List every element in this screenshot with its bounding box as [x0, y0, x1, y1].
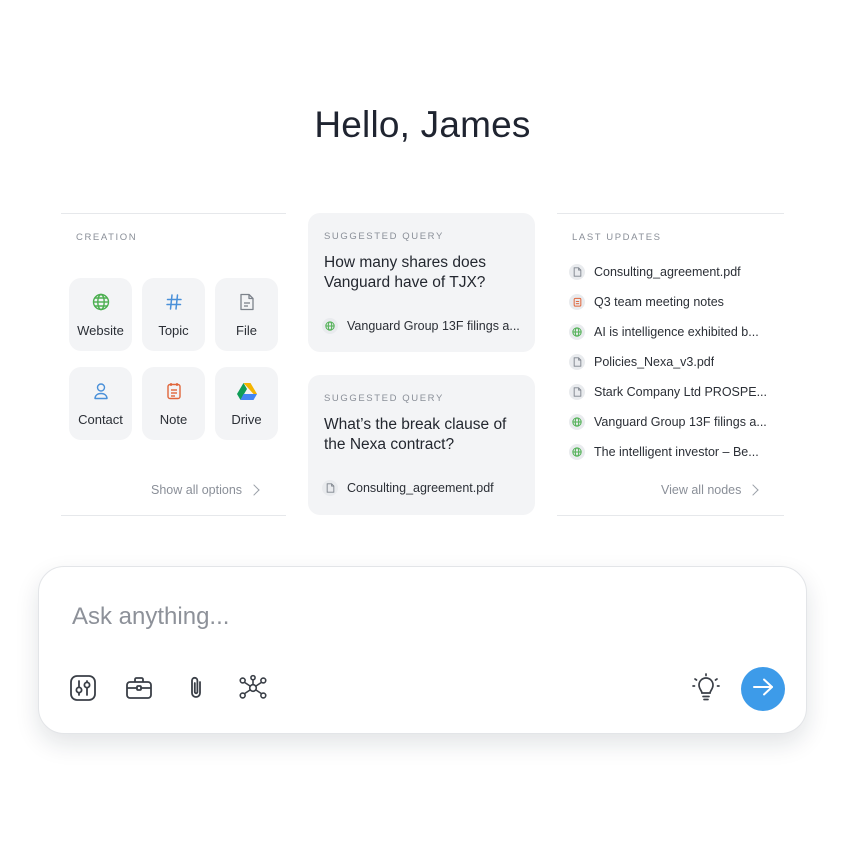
view-all-nodes-label: View all nodes — [661, 483, 742, 497]
sliders-icon[interactable] — [68, 673, 98, 703]
list-item-label: AI is intelligence exhibited b... — [594, 325, 759, 339]
view-all-nodes-link[interactable]: View all nodes — [661, 483, 760, 497]
globe-icon — [569, 324, 585, 340]
last-updates-label: LAST UPDATES — [572, 232, 662, 243]
query-source: Vanguard Group 13F filings a... — [322, 318, 520, 334]
create-contact-button[interactable]: Contact — [69, 367, 132, 440]
creation-panel: CREATION Website Topic File Contact Note — [61, 213, 286, 516]
creation-label: CREATION — [76, 232, 138, 243]
note-icon — [569, 294, 585, 310]
show-all-options-label: Show all options — [151, 483, 243, 497]
greeting-title: Hello, James — [314, 104, 531, 145]
suggested-question: What’s the break clause of the Nexa cont… — [324, 416, 507, 453]
arrow-right-icon — [752, 678, 774, 701]
list-item-label: Stark Company Ltd PROSPE... — [594, 385, 767, 399]
suggested-question: How many shares does Vanguard have of TJ… — [324, 254, 486, 291]
list-item[interactable]: Vanguard Group 13F filings a... — [569, 407, 781, 437]
file-icon — [322, 480, 338, 496]
list-item[interactable]: Policies_Nexa_v3.pdf — [569, 347, 781, 377]
ask-input[interactable] — [72, 603, 672, 631]
query-source-label: Vanguard Group 13F filings a... — [347, 319, 520, 333]
list-item[interactable]: Consulting_agreement.pdf — [569, 257, 781, 287]
globe-icon — [569, 444, 585, 460]
last-updates-list: Consulting_agreement.pdf Q3 team meeting… — [569, 257, 781, 467]
paperclip-icon[interactable] — [181, 673, 211, 703]
list-item[interactable]: The intelligent investor – Be... — [569, 437, 781, 467]
query-source-label: Consulting_agreement.pdf — [347, 481, 494, 495]
globe-icon — [569, 414, 585, 430]
tile-label: Drive — [231, 412, 262, 427]
list-item-label: Q3 team meeting notes — [594, 295, 724, 309]
google-drive-icon — [236, 381, 257, 401]
suggested-query-label: SUGGESTED QUERY — [324, 231, 444, 242]
list-item[interactable]: Q3 team meeting notes — [569, 287, 781, 317]
send-button[interactable] — [741, 667, 785, 711]
tile-label: Topic — [158, 323, 189, 338]
create-note-button[interactable]: Note — [142, 367, 205, 440]
create-drive-button[interactable]: Drive — [215, 367, 278, 440]
suggested-query-card[interactable]: SUGGESTED QUERY How many shares does Van… — [308, 213, 535, 352]
file-icon — [237, 292, 257, 312]
globe-icon — [91, 292, 111, 312]
create-file-button[interactable]: File — [215, 278, 278, 351]
tile-label: Website — [77, 323, 124, 338]
create-topic-button[interactable]: Topic — [142, 278, 205, 351]
list-item-label: Policies_Nexa_v3.pdf — [594, 355, 715, 369]
list-item[interactable]: Stark Company Ltd PROSPE... — [569, 377, 781, 407]
tile-label: Note — [159, 412, 188, 427]
list-item[interactable]: AI is intelligence exhibited b... — [569, 317, 781, 347]
tile-label: Contact — [78, 412, 123, 427]
suggested-query-card[interactable]: SUGGESTED QUERY What’s the break clause … — [308, 375, 535, 515]
show-all-options-link[interactable]: Show all options — [151, 483, 260, 497]
suggested-query-label: SUGGESTED QUERY — [324, 393, 444, 404]
briefcase-icon[interactable] — [124, 673, 154, 703]
query-source: Consulting_agreement.pdf — [322, 480, 494, 496]
file-icon — [569, 354, 585, 370]
chat-composer — [38, 566, 807, 734]
hash-icon — [164, 292, 184, 312]
list-item-label: Vanguard Group 13F filings a... — [594, 415, 767, 429]
user-icon — [91, 381, 111, 401]
globe-icon — [322, 318, 338, 334]
graph-icon[interactable] — [238, 673, 268, 703]
note-icon — [164, 381, 184, 401]
lightbulb-icon[interactable] — [691, 673, 721, 703]
file-icon — [569, 264, 585, 280]
chevron-right-icon — [248, 484, 260, 496]
list-item-label: Consulting_agreement.pdf — [594, 265, 741, 279]
last-updates-panel: LAST UPDATES Consulting_agreement.pdf Q3… — [557, 213, 784, 516]
tile-label: File — [236, 323, 257, 338]
chevron-right-icon — [747, 484, 760, 496]
list-item-label: The intelligent investor – Be... — [594, 445, 759, 459]
create-website-button[interactable]: Website — [69, 278, 132, 351]
file-icon — [569, 384, 585, 400]
